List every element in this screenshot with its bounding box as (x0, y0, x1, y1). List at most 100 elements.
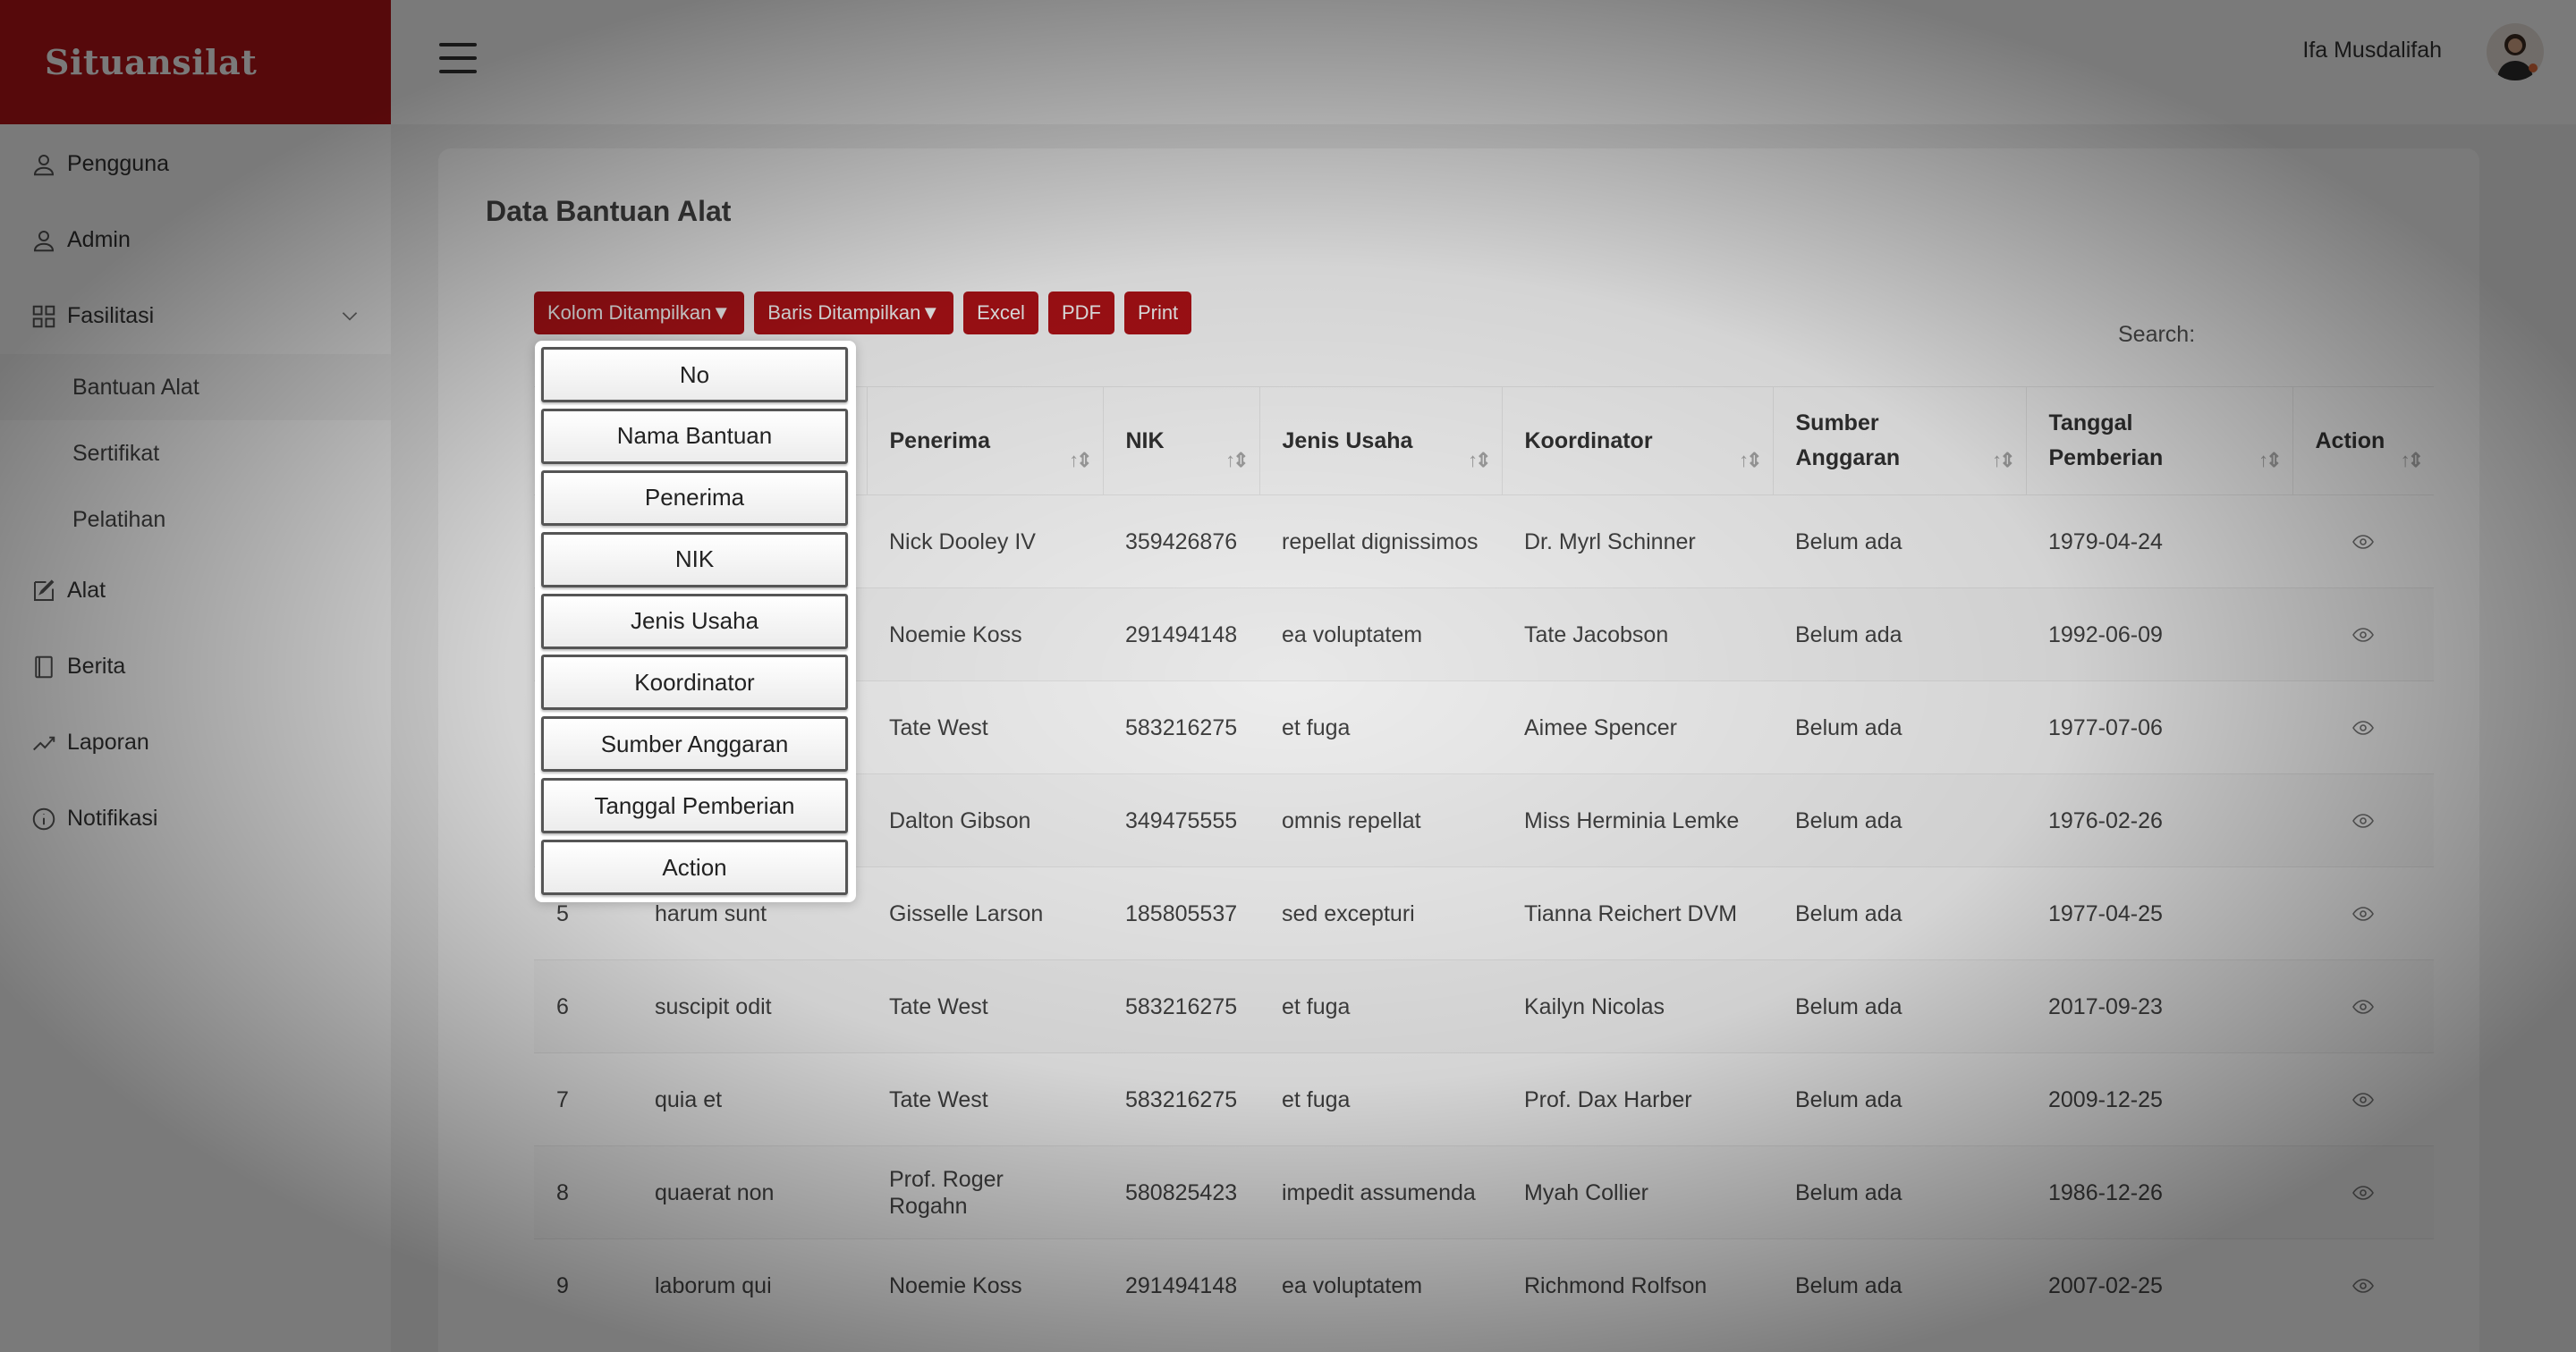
table-cell-nik: 291494148 (1103, 1238, 1259, 1332)
sidebar-item-label: Admin (67, 227, 131, 252)
sidebar-nav: Pengguna Admin Fasilitasi Bantuan Alat S… (0, 124, 391, 857)
sort-icon: ↑⇕ (2400, 449, 2424, 471)
hamburger-menu-icon[interactable] (439, 43, 477, 75)
sidebar-subitem-sertifikat[interactable]: Sertifikat (0, 420, 391, 486)
table-cell-tanggal: 1976-02-26 (2026, 773, 2292, 867)
avatar[interactable] (2487, 23, 2544, 80)
column-header-sumber-anggaran[interactable]: Sumber Anggaran ↑⇕ (1773, 386, 2027, 495)
column-header-penerima[interactable]: Penerima ↑⇕ (867, 386, 1104, 495)
column-header-nik[interactable]: NIK ↑⇕ (1103, 386, 1260, 495)
table-cell-koordinator: Prof. Dax Harber (1502, 1052, 1773, 1146)
table-cell-tanggal: 2007-02-25 (2026, 1238, 2292, 1332)
table-cell-jenis: repellat dignissimos (1259, 494, 1502, 588)
edit-icon (30, 577, 58, 605)
user-name[interactable]: Ifa Musdalifah (2302, 38, 2442, 63)
column-toggle-option[interactable]: Sumber Anggaran (541, 716, 848, 773)
column-header-tanggal-pemberian[interactable]: Tanggal Pemberian ↑⇕ (2026, 386, 2293, 495)
table-cell-nik: 583216275 (1103, 1052, 1259, 1146)
sidebar-item-pengguna[interactable]: Pengguna (0, 126, 391, 202)
sidebar-item-alat[interactable]: Alat (0, 553, 391, 629)
table-cell-nik: 583216275 (1103, 680, 1259, 774)
column-header-label: Tanggal Pemberian (2048, 410, 2164, 470)
column-toggle-option[interactable]: Penerima (541, 469, 848, 526)
table-cell-tanggal: 2009-12-25 (2026, 1052, 2292, 1146)
column-header-koordinator[interactable]: Koordinator ↑⇕ (1502, 386, 1774, 495)
table-cell-nik: 580825423 (1103, 1145, 1259, 1239)
book-icon (30, 653, 58, 681)
column-toggle-option[interactable]: Nama Bantuan (541, 408, 848, 464)
table-cell-sumber: Belum ada (1773, 866, 2026, 960)
table-cell-penerima: Gisselle Larson (867, 866, 1103, 960)
table-cell-sumber: Belum ada (1773, 1238, 2026, 1332)
sidebar-item-admin[interactable]: Admin (0, 202, 391, 278)
table-cell-nik: 583216275 (1103, 959, 1259, 1053)
brand-header[interactable]: Situansilat (0, 0, 391, 124)
sidebar-item-fasilitasi[interactable]: Fasilitasi (0, 278, 391, 354)
table-cell-nama: quia et (632, 1052, 867, 1146)
column-header-action[interactable]: Action ↑⇕ (2292, 386, 2434, 495)
sidebar-subitem-label: Bantuan Alat (72, 374, 199, 400)
eye-icon[interactable] (2352, 720, 2374, 735)
table-cell-sumber: Belum ada (1773, 494, 2026, 588)
table-cell-jenis: sed excepturi (1259, 866, 1502, 960)
table-cell-tanggal: 1986-12-26 (2026, 1145, 2292, 1239)
eye-icon[interactable] (2352, 627, 2374, 642)
table-cell-penerima: Noemie Koss (867, 1238, 1103, 1332)
table-cell-penerima: Tate West (867, 959, 1103, 1053)
page-title: Data Bantuan Alat (486, 195, 732, 227)
chevron-down-icon[interactable] (338, 304, 361, 327)
table-cell-action (2292, 494, 2434, 588)
eye-icon[interactable] (2352, 813, 2374, 828)
table-cell-sumber: Belum ada (1773, 587, 2026, 681)
column-toggle-option[interactable]: Jenis Usaha (541, 593, 848, 649)
chart-line-icon (30, 729, 58, 757)
eye-icon[interactable] (2352, 1092, 2374, 1107)
column-toggle-option[interactable]: Action (541, 840, 848, 896)
column-toggle-option[interactable]: NIK (541, 531, 848, 587)
table-cell-nik: 349475555 (1103, 773, 1259, 867)
column-header-label: Jenis Usaha (1282, 427, 1413, 453)
sidebar-item-label: Pengguna (67, 151, 170, 176)
table-cell-penerima: Nick Dooley IV (867, 494, 1103, 588)
eye-icon[interactable] (2352, 1278, 2374, 1293)
table-cell-koordinator: Dr. Myrl Schinner (1502, 494, 1773, 588)
rows-display-button[interactable]: Baris Ditampilkan▼ (754, 292, 954, 334)
eye-icon[interactable] (2352, 906, 2374, 921)
sidebar: Situansilat Pengguna Admin Fasilitasi Ba… (0, 0, 391, 1352)
sidebar-item-label: Fasilitasi (67, 303, 155, 328)
eye-icon[interactable] (2352, 1185, 2374, 1200)
table-cell-koordinator: Richmond Rolfson (1502, 1238, 1773, 1332)
sidebar-subitem-label: Sertifikat (72, 440, 160, 466)
sidebar-item-laporan[interactable]: Laporan (0, 705, 391, 781)
info-icon (30, 805, 58, 833)
table-cell-sumber: Belum ada (1773, 773, 2026, 867)
column-visibility-button[interactable]: Kolom Ditampilkan▼ (534, 292, 745, 334)
table-cell-penerima: Tate West (867, 680, 1103, 774)
column-toggle-option[interactable]: Tanggal Pemberian (541, 778, 848, 834)
eye-icon[interactable] (2352, 534, 2374, 549)
sidebar-item-berita[interactable]: Berita (0, 629, 391, 705)
sidebar-subitem-bantuan-alat[interactable]: Bantuan Alat (0, 354, 391, 420)
print-button[interactable]: Print (1123, 292, 1192, 334)
table-cell-koordinator: Tianna Reichert DVM (1502, 866, 1773, 960)
table-cell-koordinator: Kailyn Nicolas (1502, 959, 1773, 1053)
table-cell-tanggal: 1977-04-25 (2026, 866, 2292, 960)
table-cell-no: 9 (534, 1238, 632, 1332)
table-cell-action (2292, 959, 2434, 1053)
eye-icon[interactable] (2352, 999, 2374, 1014)
export-excel-button[interactable]: Excel (963, 292, 1038, 334)
table-row: 8 quaerat non Prof. Roger Rogahn 580825423 i… (534, 1145, 2434, 1239)
column-header-jenis-usaha[interactable]: Jenis Usaha ↑⇕ (1259, 386, 1503, 495)
sidebar-subitem-pelatihan[interactable]: Pelatihan (0, 486, 391, 553)
table-cell-tanggal: 1977-07-06 (2026, 680, 2292, 774)
column-header-label: Penerima (889, 427, 991, 453)
sort-icon: ↑⇕ (1992, 449, 2015, 471)
sort-icon: ↑⇕ (1225, 449, 1249, 471)
column-toggle-option[interactable]: Koordinator (541, 655, 848, 711)
column-toggle-option[interactable]: No (541, 347, 848, 402)
table-cell-sumber: Belum ada (1773, 680, 2026, 774)
export-pdf-button[interactable]: PDF (1047, 292, 1114, 334)
sidebar-item-notifikasi[interactable]: Notifikasi (0, 781, 391, 857)
table-cell-no: 8 (534, 1145, 632, 1239)
column-header-label: Action (2315, 427, 2385, 453)
